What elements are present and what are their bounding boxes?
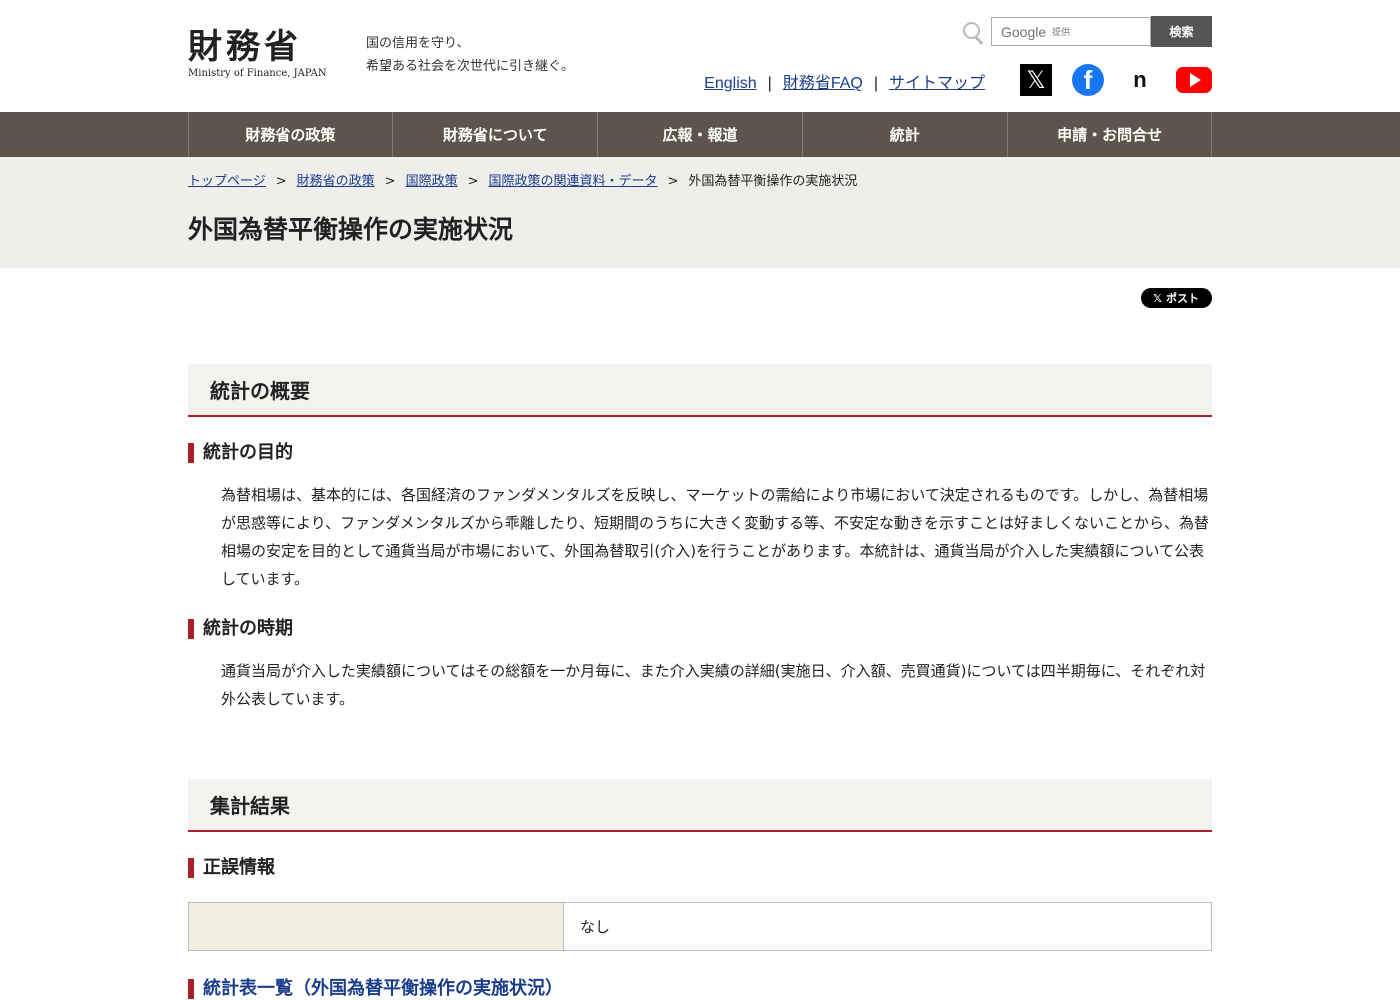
x-icon[interactable]: 𝕏: [1020, 64, 1052, 96]
errata-table: なし: [188, 902, 1212, 951]
separator: |: [873, 75, 878, 92]
global-nav: 財務省の政策 財務省について 広報・報道 統計 申請・お問合せ: [0, 112, 1400, 157]
nav-item-contact[interactable]: 申請・お問合せ: [1008, 112, 1213, 157]
breadcrumb-separator: >: [275, 174, 287, 189]
nav-item-statistics[interactable]: 統計: [803, 112, 1008, 157]
subheading-purpose: 統計の目的: [188, 443, 1212, 463]
site-search: Google 提供 検索: [961, 16, 1212, 47]
x-icon: 𝕏: [1153, 291, 1162, 305]
subheading-timing: 統計の時期: [188, 619, 1212, 639]
separator: |: [767, 75, 772, 92]
nav-item-press[interactable]: 広報・報道: [598, 112, 803, 157]
section-heading-overview: 統計の概要: [188, 364, 1212, 417]
errata-value: なし: [580, 918, 611, 936]
play-icon: [1190, 73, 1201, 87]
social-links: 𝕏 f n: [1000, 64, 1212, 96]
tagline-line-2: 希望ある社会を次世代に引き継ぐ。: [366, 59, 575, 74]
post-label: ポスト: [1166, 292, 1199, 305]
search-button[interactable]: 検索: [1151, 16, 1212, 47]
breadcrumb-materials[interactable]: 国際政策の関連資料・データ: [489, 174, 658, 189]
utility-links: English | 財務省FAQ | サイトマップ: [704, 69, 985, 93]
breadcrumb-separator: >: [667, 174, 679, 189]
page-title: 外国為替平衡操作の実施状況: [188, 215, 514, 244]
x-post-button[interactable]: 𝕏 ポスト: [1141, 288, 1212, 308]
breadcrumb-policy[interactable]: 財務省の政策: [297, 174, 375, 189]
breadcrumb: トップページ > 財務省の政策 > 国際政策 > 国際政策の関連資料・データ > 外国為替平衡操…: [188, 157, 1212, 189]
google-brand: Google: [1001, 23, 1047, 40]
site-logo[interactable]: 財務省 Ministry of Finance, JAPAN: [188, 28, 327, 79]
english-link[interactable]: English: [704, 75, 756, 92]
timing-text: 通貨当局が介入した実績額についてはその総額を一か月毎に、また介入実績の詳細(実施…: [221, 662, 1206, 708]
breadcrumb-international[interactable]: 国際政策: [406, 174, 458, 189]
logo-en: Ministry of Finance, JAPAN: [188, 68, 327, 79]
section-heading-results: 集計結果: [188, 779, 1212, 832]
youtube-icon[interactable]: [1176, 67, 1212, 93]
note-icon[interactable]: n: [1124, 64, 1156, 96]
purpose-text: 為替相場は、基本的には、各国経済のファンダメンタルズを反映し、マーケットの需給に…: [221, 486, 1210, 588]
search-icon: [961, 20, 985, 45]
facebook-icon[interactable]: f: [1072, 64, 1104, 96]
nav-item-policy[interactable]: 財務省の政策: [189, 112, 394, 157]
breadcrumb-separator: >: [384, 174, 396, 189]
breadcrumb-top[interactable]: トップページ: [188, 174, 266, 189]
main-content: 𝕏 ポスト 統計の概要 統計の目的 為替相場は、基本的には、各国経済のファンダメ…: [188, 288, 1212, 999]
tagline: 国の信用を守り、 希望ある社会を次世代に引き継ぐ。: [366, 32, 574, 78]
google-brand-sub: 提供: [1052, 27, 1071, 37]
search-input[interactable]: Google 提供: [991, 17, 1151, 46]
subheading-table-list[interactable]: 統計表一覧（外国為替平衡操作の実施状況）: [188, 979, 1212, 999]
faq-link[interactable]: 財務省FAQ: [783, 75, 863, 92]
subheading-errata: 正誤情報: [188, 858, 1212, 878]
site-header: 財務省 Ministry of Finance, JAPAN 国の信用を守り、 …: [188, 0, 1212, 112]
breadcrumb-current: 外国為替平衡操作の実施状況: [688, 174, 858, 189]
errata-label-cell: [189, 903, 564, 950]
breadcrumb-separator: >: [467, 174, 479, 189]
tagline-line-1: 国の信用を守り、: [366, 36, 470, 51]
nav-item-about[interactable]: 財務省について: [393, 112, 599, 157]
logo-jp: 財務省: [188, 27, 302, 67]
sitemap-link[interactable]: サイトマップ: [889, 75, 985, 92]
title-band: トップページ > 財務省の政策 > 国際政策 > 国際政策の関連資料・データ > 外国為替平衡操…: [0, 157, 1400, 268]
